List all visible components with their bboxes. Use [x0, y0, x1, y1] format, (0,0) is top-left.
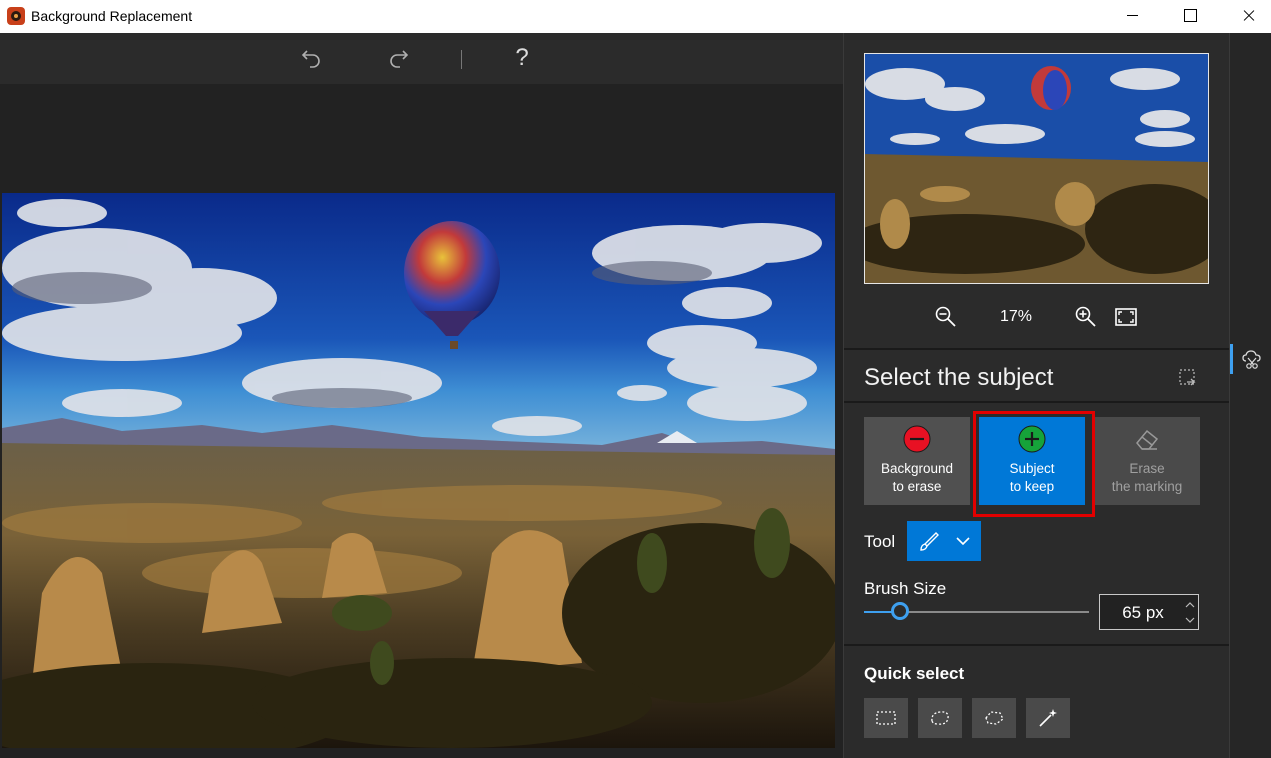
edit-toolbar: ?	[0, 33, 843, 84]
mode-label-line2: the marking	[1111, 479, 1183, 494]
minimize-button[interactable]	[1103, 0, 1161, 33]
zoom-out-icon[interactable]	[934, 305, 958, 329]
mode-label-line1: Background	[880, 461, 954, 476]
tool-label: Tool	[864, 532, 896, 551]
background-to-erase-button[interactable]: Background to erase	[864, 417, 970, 505]
side-panel: 17% Select the subject Background to era…	[843, 33, 1230, 758]
undo-icon	[301, 50, 320, 68]
slider-thumb[interactable]	[891, 602, 909, 620]
lasso-select-button[interactable]	[918, 698, 962, 738]
active-tab-indicator	[1230, 344, 1233, 374]
preview-thumbnail[interactable]	[864, 53, 1209, 284]
spin-down-icon[interactable]	[1184, 614, 1196, 626]
zoom-level: 17%	[999, 308, 1033, 325]
brush-icon	[920, 532, 939, 551]
undo-button[interactable]	[297, 43, 327, 73]
close-button[interactable]	[1219, 0, 1271, 33]
side-tool-strip	[1229, 33, 1271, 758]
maximize-button[interactable]	[1161, 0, 1219, 33]
collapse-panel-icon[interactable]	[1177, 367, 1199, 389]
polygon-lasso-icon	[985, 711, 1004, 725]
mode-label-line2: to erase	[892, 479, 942, 494]
section-divider	[844, 644, 1230, 646]
magic-wand-button[interactable]	[1026, 698, 1070, 738]
minus-circle-icon	[903, 425, 931, 453]
zoom-controls: 17%	[844, 303, 1230, 331]
chevron-down-icon	[956, 537, 970, 546]
section-title: Select the subject	[864, 364, 1054, 391]
background-replacement-tab-icon[interactable]	[1240, 347, 1264, 371]
window-title: Background Replacement	[31, 8, 193, 24]
section-divider	[844, 348, 1230, 350]
brush-size-value: 65 px	[1122, 603, 1164, 622]
quick-select-title: Quick select	[864, 664, 965, 683]
lasso-select-icon	[931, 711, 949, 725]
section-divider	[844, 401, 1230, 403]
rectangle-select-button[interactable]	[864, 698, 908, 738]
magic-wand-icon	[1039, 709, 1057, 727]
redo-button[interactable]	[383, 43, 413, 73]
editing-photo[interactable]	[2, 193, 835, 748]
toolbar-divider	[461, 50, 462, 69]
brush-size-label: Brush Size	[864, 579, 947, 598]
spin-up-icon[interactable]	[1184, 599, 1196, 611]
canvas-area[interactable]	[0, 84, 843, 758]
redo-icon	[390, 50, 409, 68]
zoom-in-icon[interactable]	[1074, 305, 1098, 329]
brush-size-input[interactable]: 65 px	[1099, 594, 1199, 630]
erase-marking-button[interactable]: Erase the marking	[1094, 417, 1200, 505]
title-bar: Background Replacement	[0, 0, 1271, 33]
selection-highlight-box	[973, 411, 1095, 517]
help-button[interactable]: ?	[507, 43, 537, 73]
fit-to-screen-icon[interactable]	[1114, 306, 1138, 328]
mode-label-line1: Erase	[1129, 461, 1165, 476]
eraser-icon	[1136, 429, 1159, 450]
rectangle-select-icon	[876, 711, 896, 725]
app-logo-icon	[7, 7, 25, 25]
polygon-lasso-button[interactable]	[972, 698, 1016, 738]
tool-dropdown[interactable]	[907, 521, 981, 561]
